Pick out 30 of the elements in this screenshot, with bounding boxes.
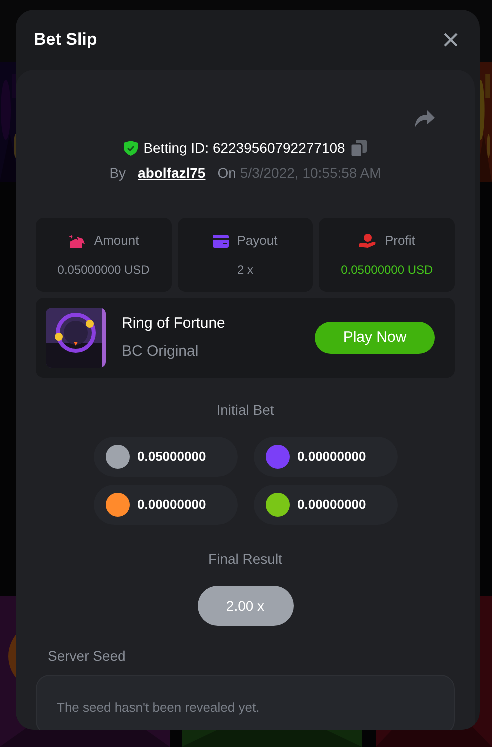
close-icon[interactable] (444, 33, 458, 47)
card-icon (213, 234, 230, 248)
field-label: Server Seed (47, 647, 127, 666)
chip-value: 0.00000000 (298, 448, 366, 466)
stat-label: Profit (384, 232, 416, 250)
game-provider: BC Original (122, 342, 200, 362)
money-bag-icon (68, 233, 86, 249)
share-icon[interactable] (415, 110, 435, 128)
by-label: By (110, 164, 126, 183)
shield-check-icon (124, 141, 138, 156)
hand-coin-icon (358, 234, 377, 248)
stat-label: Payout (237, 232, 278, 250)
stat-value: 0.05000000 USD (341, 262, 434, 279)
stat-value: 0.05000000 USD (58, 262, 150, 279)
bet-date: 5/3/2022, 10:55:58 AM (240, 164, 382, 183)
chip-value: 0.00000000 (298, 496, 366, 514)
chip-value: 0.00000000 (138, 496, 206, 514)
stat-value: 2 x (237, 262, 254, 279)
username-link[interactable]: abolfazl75 (138, 163, 206, 184)
game-name: Ring of Fortune (122, 314, 226, 334)
section-title: Initial Bet (216, 401, 276, 420)
result-pill: 2.00 x (198, 586, 294, 626)
stat-label: Amount (94, 232, 140, 250)
chip-value: 0.05000000 (138, 448, 206, 466)
on-label: On (218, 164, 236, 183)
betting-id: Betting ID: 62239560792277108 (144, 139, 346, 158)
section-title: Final Result (208, 550, 284, 569)
seed-text: The seed hasn't been revealed yet. (57, 700, 260, 715)
copy-icon[interactable] (351, 140, 368, 157)
modal-title: Bet Slip (34, 29, 98, 52)
